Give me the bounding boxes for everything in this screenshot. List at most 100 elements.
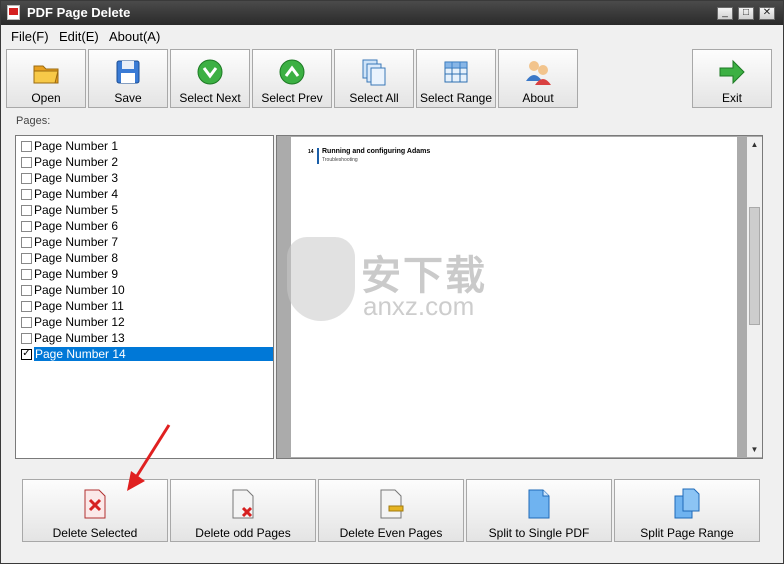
about-button[interactable]: About: [498, 49, 578, 108]
scroll-up-arrow-icon[interactable]: ▲: [747, 137, 762, 152]
preview-heading: Running and configuring Adams: [322, 148, 431, 155]
page-checkbox[interactable]: [21, 237, 32, 248]
page-checkbox-checked[interactable]: ✓: [21, 349, 32, 360]
page-label: Page Number 9: [34, 267, 119, 281]
menu-file[interactable]: File(F): [11, 29, 49, 44]
scroll-down-arrow-icon[interactable]: ▼: [747, 442, 762, 457]
page-checkbox[interactable]: [21, 141, 32, 152]
delete-odd-pages-label: Delete odd Pages: [195, 526, 291, 540]
status-bar: [1, 548, 783, 563]
page-label: Page Number 14: [34, 347, 273, 361]
page-label: Page Number 12: [34, 315, 125, 329]
page-label: Page Number 2: [34, 155, 119, 169]
page-list-item[interactable]: Page Number 7: [18, 234, 272, 250]
page-small-x-icon: [232, 489, 254, 519]
select-range-label: Select Range: [419, 91, 493, 105]
users-icon: [526, 61, 551, 85]
page-checkbox[interactable]: [21, 253, 32, 264]
open-label: Open: [31, 91, 61, 105]
preview-accent-bar: [317, 148, 319, 164]
split-to-single-pdf-label: Split to Single PDF: [488, 526, 590, 540]
page-label: Page Number 13: [34, 331, 125, 345]
close-button[interactable]: ✕: [759, 7, 775, 20]
page-checkbox[interactable]: [21, 205, 32, 216]
blue-pages-icon: [674, 488, 700, 519]
save-button[interactable]: Save: [88, 49, 168, 108]
blue-page-icon: [528, 489, 550, 519]
page-checkbox[interactable]: [21, 173, 32, 184]
preview-scrollbar[interactable]: ▲ ▼: [747, 137, 762, 457]
app-window: PDF Page Delete _ □ ✕ File(F) Edit(E) Ab…: [0, 0, 784, 564]
page-list-item[interactable]: Page Number 9: [18, 266, 272, 282]
about-label: About: [522, 91, 554, 105]
page-checkbox[interactable]: [21, 285, 32, 296]
delete-even-pages-button[interactable]: Delete Even Pages: [318, 479, 464, 542]
green-right-arrow-icon: [719, 59, 745, 85]
maximize-button[interactable]: □: [738, 7, 754, 20]
watermark-shield-icon: [287, 237, 355, 321]
red-annotation-arrow-icon: [127, 424, 171, 491]
select-all-label: Select All: [349, 91, 399, 105]
page-list-item[interactable]: Page Number 3: [18, 170, 272, 186]
page-checkbox[interactable]: [21, 333, 32, 344]
preview-subheading: Troubleshooting: [322, 157, 358, 163]
menu-edit[interactable]: Edit(E): [59, 29, 99, 44]
stacked-pages-icon: [362, 59, 386, 86]
select-prev-label: Select Prev: [261, 91, 323, 105]
page-checkbox[interactable]: [21, 221, 32, 232]
page-label: Page Number 4: [34, 187, 119, 201]
window-title: PDF Page Delete: [27, 5, 131, 20]
page-red-x-icon: [84, 489, 106, 519]
page-label: Page Number 7: [34, 235, 119, 249]
page-checkbox[interactable]: [21, 269, 32, 280]
page-list-item[interactable]: Page Number 13: [18, 330, 272, 346]
split-page-range-button[interactable]: Split Page Range: [614, 479, 760, 542]
page-list-item-selected[interactable]: ✓ Page Number 14: [18, 346, 273, 362]
page-label: Page Number 6: [34, 219, 119, 233]
split-to-single-pdf-button[interactable]: Split to Single PDF: [466, 479, 612, 542]
pages-list[interactable]: Page Number 1 Page Number 2 Page Number …: [15, 135, 274, 459]
table-grid-icon: [444, 61, 468, 83]
page-list-item[interactable]: Page Number 2: [18, 154, 272, 170]
title-bar[interactable]: PDF Page Delete _ □ ✕: [1, 1, 783, 25]
preview-page[interactable]: [291, 137, 737, 457]
page-checkbox[interactable]: [21, 301, 32, 312]
select-range-button[interactable]: Select Range: [416, 49, 496, 108]
page-label: Page Number 10: [34, 283, 125, 297]
floppy-disk-icon: [116, 60, 140, 84]
pages-heading: Pages:: [16, 115, 51, 127]
page-checkbox[interactable]: [21, 157, 32, 168]
page-label: Page Number 3: [34, 171, 119, 185]
page-list-item[interactable]: Page Number 12: [18, 314, 272, 330]
save-label: Save: [114, 91, 142, 105]
select-next-label: Select Next: [179, 91, 241, 105]
page-list-item[interactable]: Page Number 5: [18, 202, 272, 218]
page-list-item[interactable]: Page Number 1: [18, 138, 272, 154]
select-next-button[interactable]: Select Next: [170, 49, 250, 108]
page-minus-icon: [380, 489, 404, 519]
page-list-item[interactable]: Page Number 8: [18, 250, 272, 266]
menu-bar: File(F) Edit(E) About(A): [1, 25, 783, 47]
page-checkbox[interactable]: [21, 189, 32, 200]
page-checkbox[interactable]: [21, 317, 32, 328]
split-page-range-label: Split Page Range: [640, 526, 734, 540]
open-button[interactable]: Open: [6, 49, 86, 108]
select-all-button[interactable]: Select All: [334, 49, 414, 108]
page-list-item[interactable]: Page Number 6: [18, 218, 272, 234]
exit-button[interactable]: Exit: [692, 49, 772, 108]
delete-odd-pages-button[interactable]: Delete odd Pages: [170, 479, 316, 542]
page-list-item[interactable]: Page Number 4: [18, 186, 272, 202]
watermark-domain-text: anxz.com: [363, 291, 475, 321]
minimize-button[interactable]: _: [717, 7, 733, 20]
menu-about[interactable]: About(A): [109, 29, 160, 44]
delete-even-pages-label: Delete Even Pages: [339, 526, 443, 540]
folder-icon: [33, 65, 59, 84]
page-list-item[interactable]: Page Number 10: [18, 282, 272, 298]
page-list-item[interactable]: Page Number 11: [18, 298, 272, 314]
page-label: Page Number 8: [34, 251, 119, 265]
pdf-app-icon: [7, 5, 20, 20]
page-label: Page Number 5: [34, 203, 119, 217]
scroll-thumb[interactable]: [749, 207, 760, 325]
delete-selected-label: Delete Selected: [52, 526, 138, 540]
select-prev-button[interactable]: Select Prev: [252, 49, 332, 108]
